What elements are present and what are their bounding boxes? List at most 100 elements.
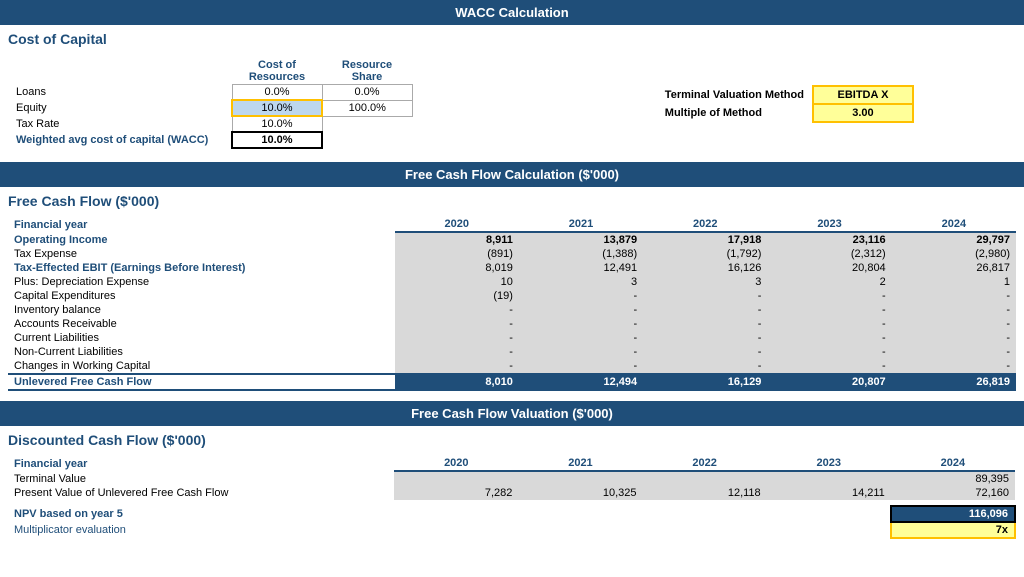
terminal-value[interactable]: EBITDA X [813,86,913,104]
loans-cost[interactable]: 0.0% [232,85,322,101]
wc-2020: - [395,359,519,374]
tax-rate-share-empty [322,116,412,132]
loans-row: Loans 0.0% 0.0% [12,85,412,101]
depreciation-row: Plus: Depreciation Expense 10 3 3 2 1 [8,275,1016,289]
te-2023: (2,312) [767,247,891,261]
dcf-year-header-row: Financial year 2020 2021 2022 2023 2024 [8,456,1015,471]
mult-label: Multiplicator evaluation [8,522,394,538]
ncl-2024: - [892,345,1016,359]
pv-2021: 10,325 [518,486,642,500]
tax-rate-label: Tax Rate [12,116,232,132]
wacc-table: Cost of Resources Resource Share Loans 0… [8,57,1016,150]
depreciation-label: Plus: Depreciation Expense [8,275,395,289]
ar-2023: - [767,317,891,331]
col-cost-header: Cost of Resources [232,58,322,85]
fcf-section: Financial year 2020 2021 2022 2023 2024 … [0,213,1024,395]
cl-2022: - [643,331,767,345]
ar-2021: - [519,317,643,331]
dcf-year-2020: 2020 [394,456,518,471]
dcf-section-title: Discounted Cash Flow ($'000) [0,426,1024,452]
pv-ufcf-row: Present Value of Unlevered Free Cash Flo… [8,486,1015,500]
fcf-header: Free Cash Flow Calculation ($'000) [0,162,1024,187]
npv-empty-2021 [518,506,642,522]
equity-cost[interactable]: 10.0% [232,100,322,116]
wc-2021: - [519,359,643,374]
fcf-year-label: Financial year [8,217,395,232]
capex-2023: - [767,289,891,303]
ncl-2021: - [519,345,643,359]
ncl-label: Non-Current Liabilities [8,345,395,359]
capex-2021: - [519,289,643,303]
wacc-header: WACC Calculation [0,0,1024,25]
terminal-label: Terminal Valuation Method [657,86,813,104]
pv-label: Present Value of Unlevered Free Cash Flo… [8,486,394,500]
ar-row: Accounts Receivable - - - - - [8,317,1016,331]
capex-label: Capital Expenditures [8,289,395,303]
npv-empty-2022 [643,506,767,522]
tax-rate-cost[interactable]: 10.0% [232,116,322,132]
wacc-row: Weighted avg cost of capital (WACC) 10.0… [12,132,412,148]
tv-2024: 89,395 [891,471,1015,486]
ebit-2023: 20,804 [767,261,891,275]
wc-2023: - [767,359,891,374]
dep-2022: 3 [643,275,767,289]
ufcf-2021: 12,494 [519,374,643,390]
mult-empty-2020 [394,522,518,538]
mult-empty-2021 [518,522,642,538]
fcf-year-2023: 2023 [767,217,891,232]
npv-empty-2020 [394,506,518,522]
cl-label: Current Liabilities [8,331,395,345]
inv-2023: - [767,303,891,317]
npv-label: NPV based on year 5 [8,506,394,522]
ar-label: Accounts Receivable [8,317,395,331]
dcf-year-2024: 2024 [891,456,1015,471]
loans-label: Loans [12,85,232,101]
mult-row: Multiplicator evaluation 7x [8,522,1015,538]
fcf-year-2024: 2024 [892,217,1016,232]
dep-2023: 2 [767,275,891,289]
mult-value[interactable]: 7x [891,522,1015,538]
ncl-row: Non-Current Liabilities - - - - - [8,345,1016,359]
ebit-row: Tax-Effected EBIT (Earnings Before Inter… [8,261,1016,275]
ncl-2022: - [643,345,767,359]
wacc-cost[interactable]: 10.0% [232,132,322,148]
equity-label: Equity [12,100,232,116]
ufcf-2022: 16,129 [643,374,767,390]
cl-2021: - [519,331,643,345]
loans-share[interactable]: 0.0% [322,85,412,101]
tv-label: Terminal Value [8,471,394,486]
oi-2021: 13,879 [519,232,643,247]
dcf-table: Financial year 2020 2021 2022 2023 2024 … [8,456,1016,539]
ebit-2024: 26,817 [892,261,1016,275]
cl-2024: - [892,331,1016,345]
tv-2021 [518,471,642,486]
dep-2024: 1 [892,275,1016,289]
npv-value: 116,096 [891,506,1015,522]
npv-row: NPV based on year 5 116,096 [8,506,1015,522]
inv-2024: - [892,303,1016,317]
te-2022: (1,792) [643,247,767,261]
oi-2023: 23,116 [767,232,891,247]
inv-2021: - [519,303,643,317]
ebit-2020: 8,019 [395,261,519,275]
capex-2022: - [643,289,767,303]
dcf-year-label: Financial year [8,456,394,471]
ebit-2021: 12,491 [519,261,643,275]
dcf-year-2023: 2023 [767,456,891,471]
inventory-label: Inventory balance [8,303,395,317]
dcf-section: Financial year 2020 2021 2022 2023 2024 … [0,452,1024,543]
ufcf-row: Unlevered Free Cash Flow 8,010 12,494 16… [8,374,1016,390]
capex-2020: (19) [395,289,519,303]
wc-2024: - [892,359,1016,374]
multiple-value[interactable]: 3.00 [813,104,913,122]
oi-2020: 8,911 [395,232,519,247]
ebit-2022: 16,126 [643,261,767,275]
wacc-left-panel: Cost of Resources Resource Share Loans 0… [8,57,613,150]
npv-empty-2023 [767,506,891,522]
ufcf-2020: 8,010 [395,374,519,390]
dep-2021: 3 [519,275,643,289]
equity-share[interactable]: 100.0% [322,100,412,116]
oi-2024: 29,797 [892,232,1016,247]
tax-rate-row: Tax Rate 10.0% [12,116,412,132]
inv-2020: - [395,303,519,317]
